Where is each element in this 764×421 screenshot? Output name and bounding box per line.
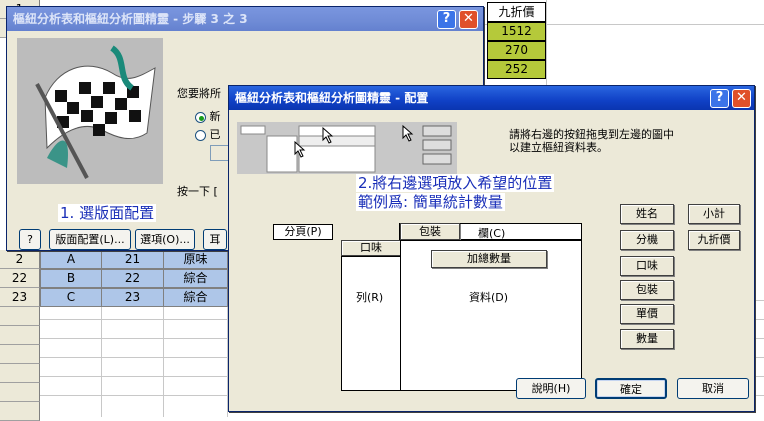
field-button-extension[interactable]: 分機 — [620, 230, 674, 250]
layout-title-bar[interactable]: 樞紐分析表和樞紐分析圖精靈 - 配置 — [229, 86, 754, 110]
wizard-close-icon[interactable]: ✕ — [459, 10, 478, 29]
row-header[interactable] — [0, 402, 40, 421]
table-cell[interactable]: 原味 — [163, 250, 228, 269]
wizard-help-button[interactable]: ? — [19, 229, 41, 250]
wizard-prompt: 您要將所 — [177, 87, 221, 100]
checkered-flag-image — [17, 38, 163, 184]
price-cell[interactable]: 1512 — [487, 22, 546, 41]
row-header[interactable]: 22 — [0, 269, 40, 288]
checkered-flag-icon — [35, 45, 156, 179]
layout-close-icon[interactable]: ✕ — [732, 89, 751, 108]
layout-title: 樞紐分析表和樞紐分析圖精靈 - 配置 — [235, 91, 429, 105]
table-cell[interactable]: 綜合 — [163, 269, 228, 288]
instruction-text: 請將右邊的按鈕拖曳到左邊的圖中以建立樞紐資料表。 — [509, 128, 674, 154]
field-button-name[interactable]: 姓名 — [620, 204, 674, 224]
field-button-flavor[interactable]: 口味 — [620, 256, 674, 276]
column-area-label: 欄(C) — [478, 227, 506, 240]
annotation-step2-line1: 2.將右邊選項放入希望的位置 — [356, 174, 555, 192]
field-button-subtotal[interactable]: 小計 — [688, 204, 740, 224]
field-button-unit-price[interactable]: 單價 — [620, 304, 674, 324]
row-header-area[interactable]: 口味 — [341, 240, 401, 256]
layout-help-button[interactable]: 說明(H) — [516, 378, 586, 399]
row-field-button[interactable]: 口味 — [341, 240, 401, 256]
option-new-label: 新 — [209, 110, 221, 123]
column-drop-area[interactable]: 包裝 欄(C) — [399, 223, 582, 240]
table-cell[interactable]: 21 — [101, 250, 164, 269]
table-cell[interactable]: 22 — [101, 269, 164, 288]
row-header[interactable]: 2 — [0, 250, 40, 269]
wizard-title-bar[interactable]: 樞紐分析表和樞紐分析圖精靈 - 步驟 3 之 3 — [7, 7, 483, 31]
field-button-quantity[interactable]: 數量 — [620, 329, 674, 349]
annotation-step1: 1. 選版面配置 — [58, 204, 157, 222]
field-button-discount-price[interactable]: 九折價 — [688, 230, 740, 250]
table-cell[interactable]: 23 — [101, 288, 164, 307]
wizard-hint: 按一下 [ — [177, 185, 218, 198]
finish-button-partial[interactable]: 耳 — [203, 229, 227, 250]
row-drop-area[interactable]: 列(R) — [341, 256, 401, 391]
option-existing-label: 已 — [209, 128, 221, 141]
row-header[interactable] — [0, 345, 40, 364]
price-cell[interactable]: 252 — [487, 60, 546, 79]
drag-diagram-icon — [240, 124, 452, 173]
page-drop-area[interactable]: 分頁(P) — [273, 224, 333, 240]
field-button-package[interactable]: 包裝 — [620, 280, 674, 300]
row-header[interactable] — [0, 383, 40, 402]
data-area-label: 資料(D) — [469, 291, 509, 304]
radio-selected-icon[interactable] — [195, 111, 206, 123]
row-area-label: 列(R) — [356, 291, 384, 304]
data-drop-area[interactable]: 加總數量 資料(D) — [400, 240, 582, 391]
cancel-button[interactable]: 取消 — [677, 378, 749, 399]
ok-button[interactable]: 確定 — [595, 378, 667, 399]
layout-help-icon[interactable]: ? — [710, 89, 729, 108]
price-cell[interactable]: 270 — [487, 41, 546, 60]
layout-dialog: 樞紐分析表和樞紐分析圖精靈 - 配置 ? ✕ 請將右邊的按鈕拖曳到左邊的圖中以建… — [228, 85, 755, 412]
radio-unselected-icon[interactable] — [195, 129, 206, 141]
annotation-step2-line2: 範例爲: 簡單統計數量 — [356, 193, 505, 211]
layout-button[interactable]: 版面配置(L)... — [49, 229, 131, 250]
table-cell[interactable]: B — [40, 269, 102, 288]
row-header[interactable]: 23 — [0, 288, 40, 307]
wizard-help-icon[interactable]: ? — [437, 10, 456, 29]
option-new-sheet[interactable]: 新 — [195, 108, 221, 124]
row-header[interactable] — [0, 364, 40, 383]
row-header[interactable] — [0, 307, 40, 326]
data-field-button[interactable]: 加總數量 — [431, 250, 547, 268]
table-cell[interactable]: A — [40, 250, 102, 269]
option-existing-sheet[interactable]: 已 — [195, 126, 221, 142]
drag-illustration — [237, 122, 457, 174]
wizard-title: 樞紐分析表和樞紐分析圖精靈 - 步驟 3 之 3 — [13, 12, 248, 26]
table-cell[interactable]: C — [40, 288, 102, 307]
grid-line — [546, 0, 547, 90]
location-input[interactable] — [210, 145, 230, 161]
options-button[interactable]: 選項(O)... — [135, 229, 195, 250]
price-column-header[interactable]: 九折價 — [487, 2, 546, 22]
table-cell[interactable]: 綜合 — [163, 288, 228, 307]
column-field-button[interactable]: 包裝 — [400, 223, 460, 240]
row-header[interactable] — [0, 326, 40, 345]
